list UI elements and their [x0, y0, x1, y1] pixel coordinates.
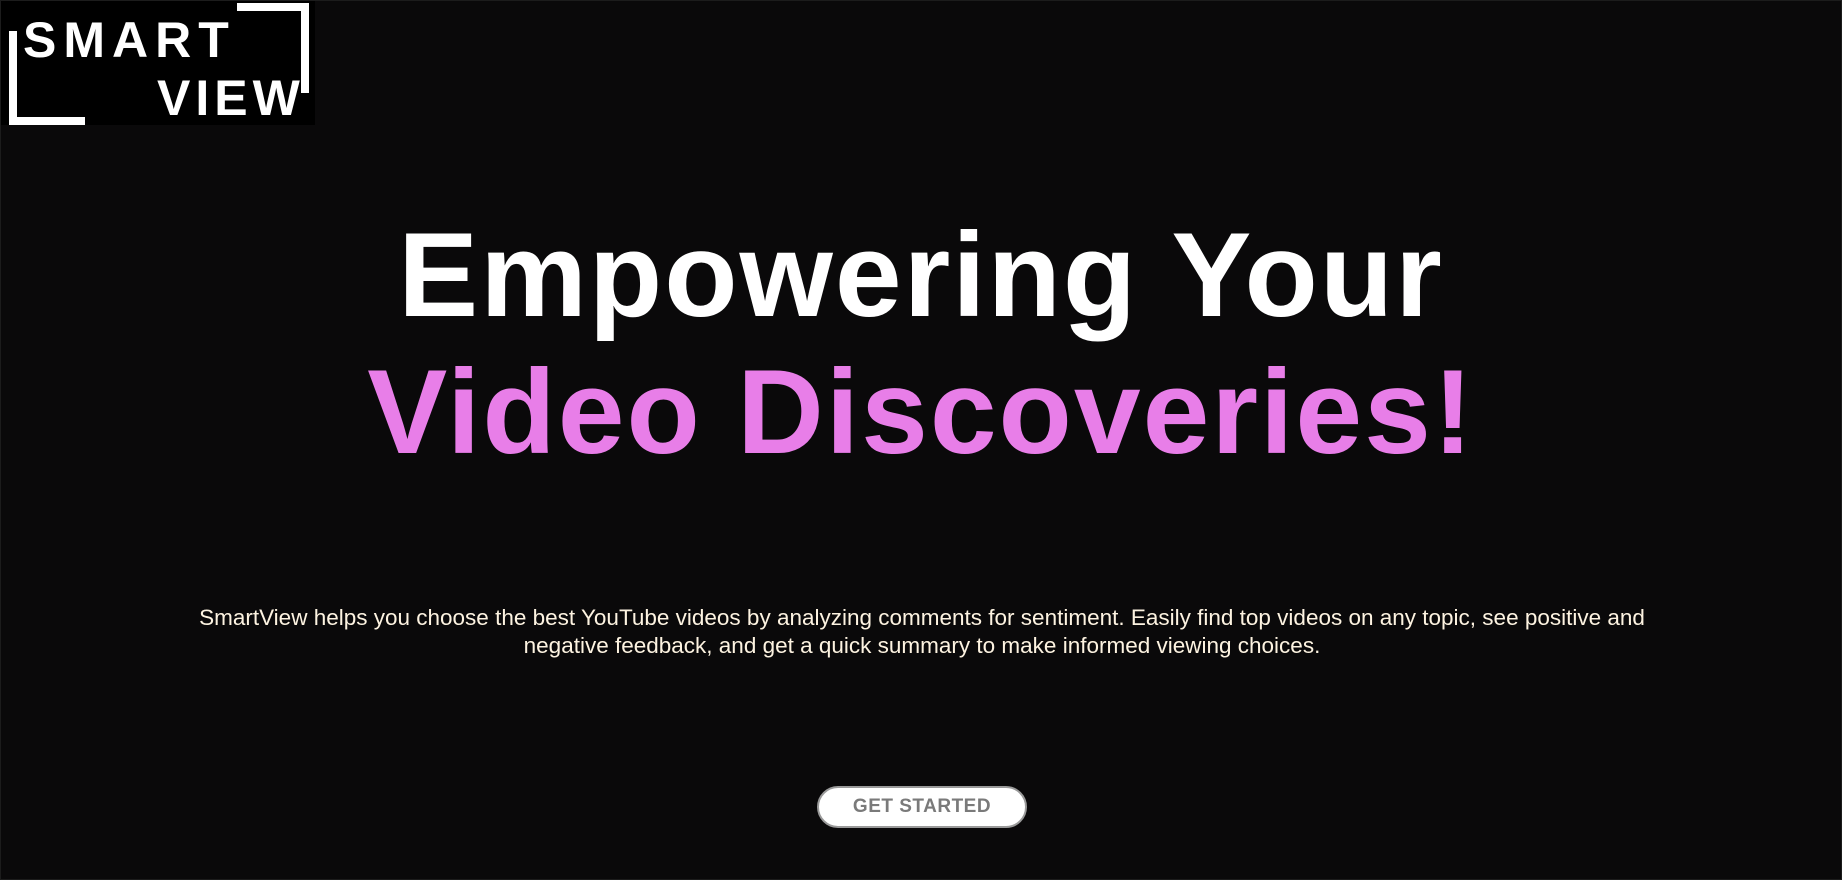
get-started-button[interactable]: GET STARTED — [817, 786, 1027, 828]
headline-line-primary: Empowering Your — [398, 208, 1444, 342]
hero-headline: Empowering Your Video Discoveries! — [1, 207, 1841, 481]
logo-text-view: VIEW — [157, 70, 305, 125]
hero-description: SmartView helps you choose the best YouT… — [199, 605, 1645, 658]
landing-page: SMART VIEW Empowering Your Video Discove… — [0, 0, 1842, 880]
logo-text-smart: SMART — [23, 12, 236, 68]
headline-line-accent: Video Discoveries! — [367, 345, 1475, 479]
smartview-logo[interactable]: SMART VIEW — [1, 1, 315, 125]
logo-graphic: SMART VIEW — [1, 1, 315, 125]
